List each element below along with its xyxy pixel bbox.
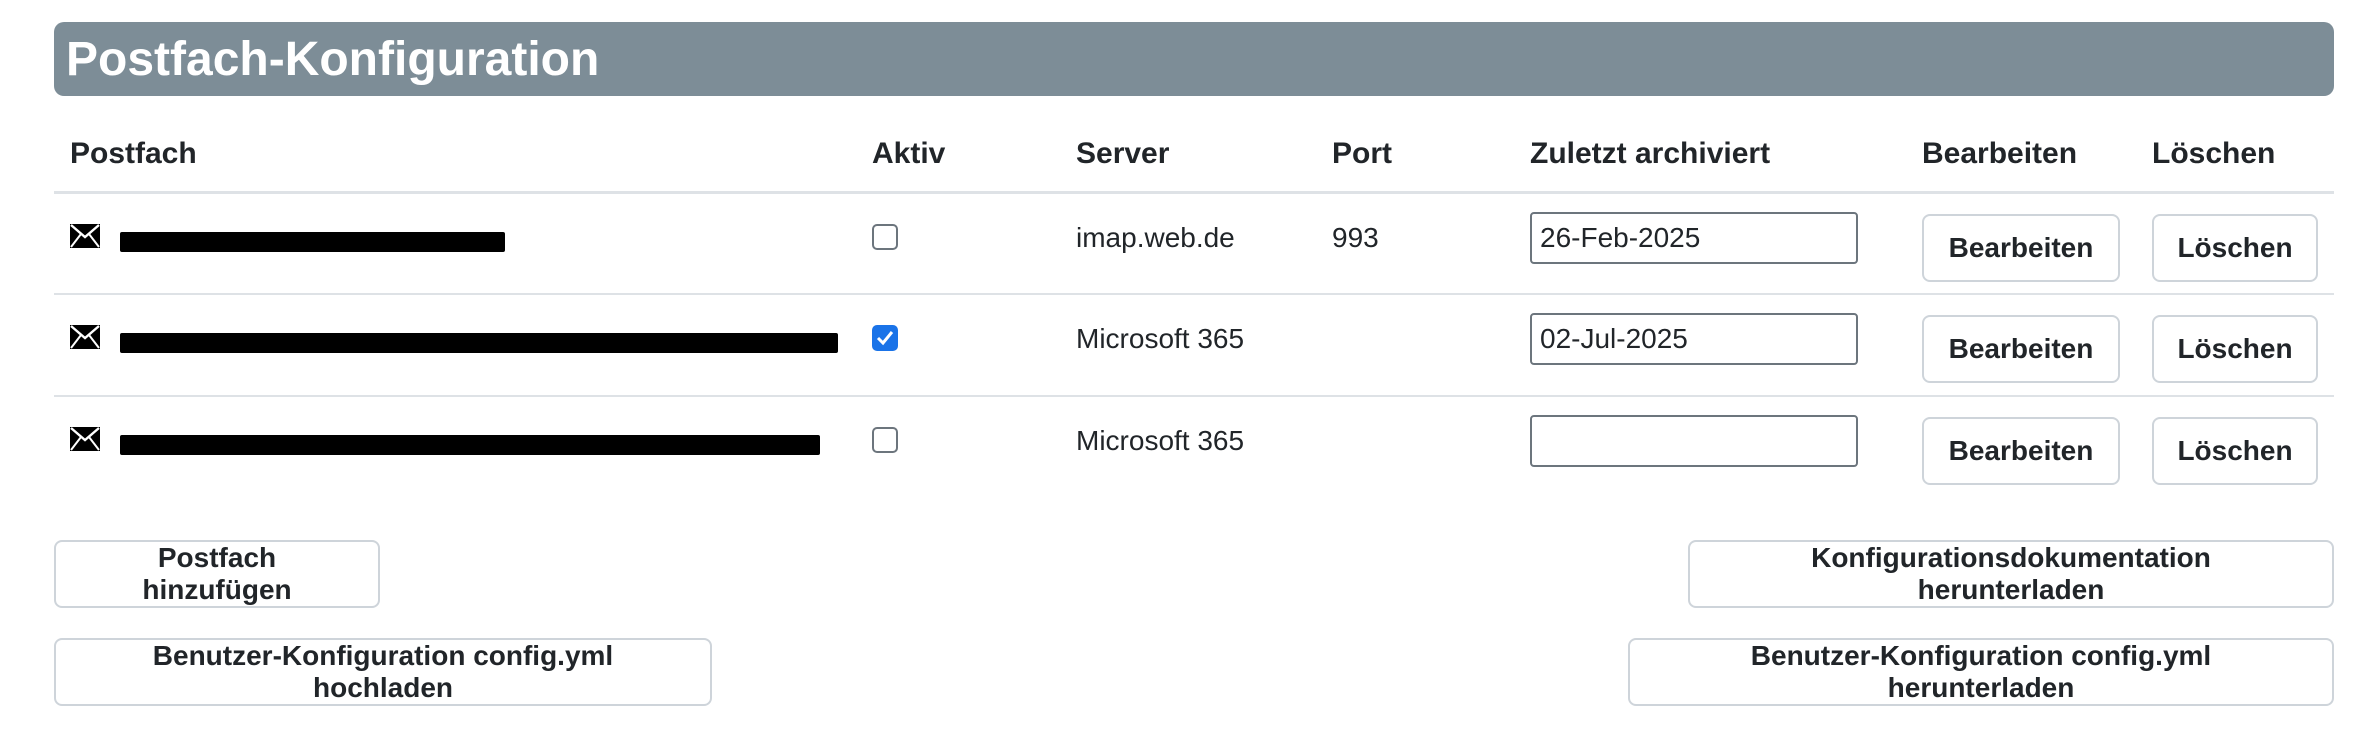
- table-header-row: Postfach Aktiv Server Port Zuletzt archi…: [54, 118, 2334, 194]
- edit-button[interactable]: Bearbeiten: [1922, 417, 2120, 485]
- last-archived-input[interactable]: [1530, 211, 1858, 264]
- last-archived-input[interactable]: [1530, 415, 1858, 467]
- delete-button[interactable]: Löschen: [2152, 213, 2318, 282]
- page: Postfach-Konfiguration Postfach Aktiv Se…: [0, 0, 2380, 742]
- download-docs-button[interactable]: Konfigurationsdokumentation herunterlade…: [1688, 540, 2334, 608]
- download-config-button[interactable]: Benutzer-Konfiguration config.yml herunt…: [1628, 638, 2334, 706]
- last-archived-input[interactable]: [1530, 313, 1858, 365]
- port-cell: [1316, 294, 1514, 397]
- mailbox-address-cell: [70, 425, 856, 455]
- mailbox-table: Postfach Aktiv Server Port Zuletzt archi…: [54, 118, 2334, 498]
- edit-button[interactable]: Bearbeiten: [1922, 213, 2120, 282]
- active-checkbox[interactable]: [872, 223, 898, 250]
- column-header-bearbeiten: Bearbeiten: [1906, 118, 2136, 194]
- delete-button[interactable]: Löschen: [2152, 417, 2318, 485]
- server-cell: Microsoft 365: [1060, 294, 1316, 397]
- redacted-email: [120, 333, 838, 353]
- checkmark-icon: [876, 331, 894, 346]
- redacted-email: [120, 435, 820, 455]
- envelope-icon: [70, 325, 100, 349]
- port-cell: [1316, 396, 1514, 498]
- add-mailbox-button[interactable]: Postfach hinzufügen: [54, 540, 380, 608]
- table-row: imap.web.de 993 Bearbeiten Löschen: [54, 192, 2334, 295]
- column-header-port: Port: [1316, 118, 1514, 194]
- column-header-aktiv: Aktiv: [856, 118, 1060, 194]
- active-checkbox[interactable]: [872, 325, 898, 351]
- mailbox-address-cell: [70, 323, 856, 353]
- mailbox-address-cell: [70, 222, 856, 252]
- server-cell: imap.web.de: [1060, 192, 1316, 295]
- table-row: Microsoft 365 Bearbeiten Löschen: [54, 294, 2334, 397]
- envelope-icon: [70, 427, 100, 451]
- active-checkbox[interactable]: [872, 427, 898, 453]
- table-row: Microsoft 365 Bearbeiten Löschen: [54, 396, 2334, 498]
- column-header-zuletzt-archiviert: Zuletzt archiviert: [1514, 118, 1906, 194]
- server-cell: Microsoft 365: [1076, 425, 1245, 456]
- envelope-icon: [70, 223, 100, 248]
- redacted-email: [120, 231, 505, 252]
- column-header-server: Server: [1060, 118, 1316, 194]
- delete-button[interactable]: Löschen: [2152, 315, 2318, 383]
- column-header-loeschen: Löschen: [2136, 118, 2334, 194]
- edit-button[interactable]: Bearbeiten: [1922, 315, 2120, 383]
- upload-config-button[interactable]: Benutzer-Konfiguration config.yml hochla…: [54, 638, 712, 706]
- page-title: Postfach-Konfiguration: [66, 32, 600, 86]
- port-cell: 993: [1316, 192, 1514, 295]
- column-header-postfach: Postfach: [54, 118, 856, 194]
- page-header: Postfach-Konfiguration: [54, 22, 2334, 96]
